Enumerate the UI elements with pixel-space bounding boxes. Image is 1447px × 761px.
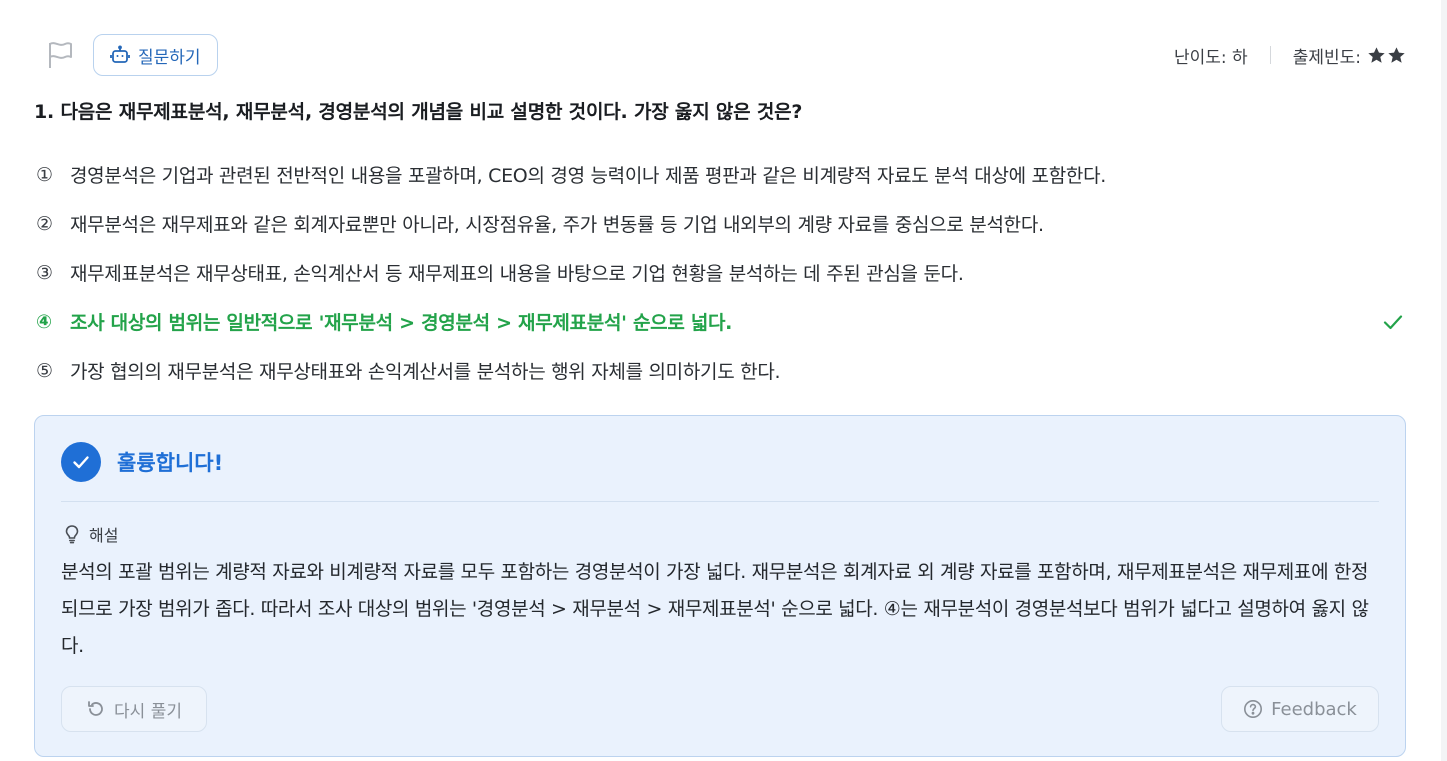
result-title: 훌륭합니다! xyxy=(117,451,224,475)
option-5[interactable]: ⑤ 가장 협의의 재무분석은 재무상태표와 손익계산서를 분석하는 행위 자체를… xyxy=(36,346,1406,395)
option-1[interactable]: ① 경영분석은 기업과 관련된 전반적인 내용을 포괄하며, CEO의 경영 능… xyxy=(36,150,1406,199)
option-4-correct[interactable]: ④ 조사 대상의 범위는 일반적으로 '재무분석 > 경영분석 > 재무제표분석… xyxy=(36,297,1406,346)
meta-divider xyxy=(1269,46,1271,64)
refresh-icon xyxy=(88,701,103,716)
frequency-stars xyxy=(1367,46,1406,65)
explanation-label-text: 해설 xyxy=(89,526,119,545)
scrollbar-track[interactable] xyxy=(1441,0,1447,761)
option-number: ③ xyxy=(36,261,53,284)
option-number: ④ xyxy=(36,310,52,333)
feedback-button[interactable]: Feedback xyxy=(1221,686,1379,732)
question-meta: 난이도: 하 출제빈도: xyxy=(1174,43,1406,68)
option-text: 재무분석은 재무제표와 같은 회계자료뿐만 아니라, 시장점유율, 주가 변동률… xyxy=(70,214,1044,236)
options-list: ① 경영분석은 기업과 관련된 전반적인 내용을 포괄하며, CEO의 경영 능… xyxy=(36,150,1406,395)
check-circle-icon xyxy=(61,442,101,482)
frequency-label: 출제빈도: xyxy=(1292,47,1361,68)
option-number: ⑤ xyxy=(36,359,53,382)
option-text: 경영분석은 기업과 관련된 전반적인 내용을 포괄하며, CEO의 경영 능력이… xyxy=(70,165,1107,187)
robot-icon xyxy=(110,45,130,65)
feedback-label: Feedback xyxy=(1271,698,1357,720)
option-number: ① xyxy=(36,163,53,186)
star-icon xyxy=(1388,46,1405,63)
question-circle-icon xyxy=(1244,700,1263,718)
question-title: 1. 다음은 재무제표분석, 재무분석, 경영분석의 개념을 비교 설명한 것이… xyxy=(34,101,803,123)
result-header: 훌륭합니다! xyxy=(61,442,223,482)
lightbulb-icon xyxy=(65,525,79,544)
explanation-text: 분석의 포괄 범위는 계량적 자료와 비계량적 자료를 모두 포함하는 경영분석… xyxy=(61,561,1369,657)
check-icon xyxy=(1383,314,1403,329)
difficulty-label: 난이도: 하 xyxy=(1174,47,1248,68)
ask-question-button[interactable]: 질문하기 xyxy=(93,34,218,76)
flag-icon[interactable] xyxy=(46,39,74,71)
option-2[interactable]: ② 재무분석은 재무제표와 같은 회계자료뿐만 아니라, 시장점유율, 주가 변… xyxy=(36,199,1406,248)
quiz-page: 질문하기 난이도: 하 출제빈도: 1. 다음은 재무제표분석, 재무분석, 경… xyxy=(0,0,1447,761)
option-text: 가장 협의의 재무분석은 재무상태표와 손익계산서를 분석하는 행위 자체를 의… xyxy=(70,361,781,383)
retry-button[interactable]: 다시 풀기 xyxy=(61,686,207,732)
explanation-label: 해설 xyxy=(63,522,118,546)
retry-label: 다시 풀기 xyxy=(114,701,182,722)
option-3[interactable]: ③ 재무제표분석은 재무상태표, 손익계산서 등 재무제표의 내용을 바탕으로 … xyxy=(36,248,1406,297)
option-number: ② xyxy=(36,212,53,235)
ask-question-label: 질문하기 xyxy=(138,47,201,68)
option-text: 재무제표분석은 재무상태표, 손익계산서 등 재무제표의 내용을 바탕으로 기업… xyxy=(70,263,964,285)
option-text: 조사 대상의 범위는 일반적으로 '재무분석 > 경영분석 > 재무제표분석' … xyxy=(70,312,733,334)
top-bar: 질문하기 난이도: 하 출제빈도: xyxy=(34,34,1406,76)
result-divider xyxy=(61,501,1379,502)
result-panel: 훌륭합니다! 해설 분석의 포괄 범위는 계량적 자료와 비계량적 자료를 모두… xyxy=(34,415,1406,757)
star-icon xyxy=(1368,46,1385,63)
